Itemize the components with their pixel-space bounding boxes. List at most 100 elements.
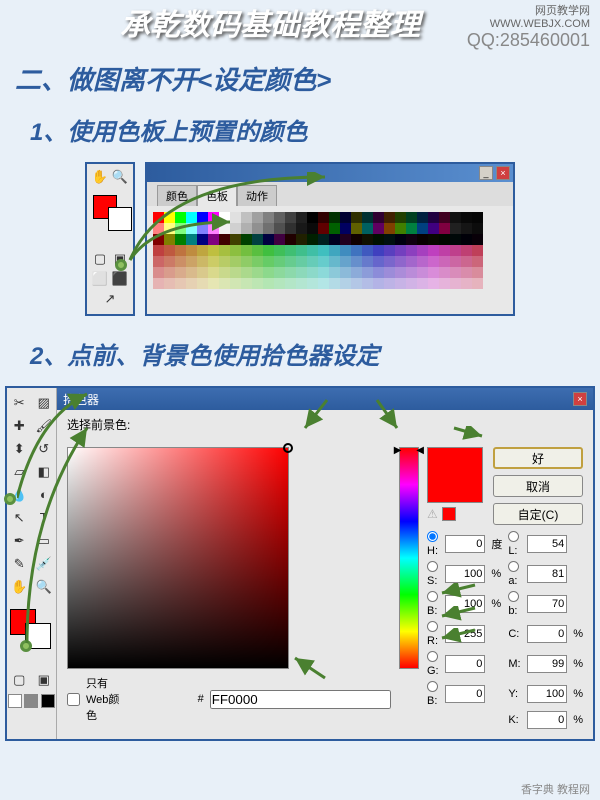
swatch-cell[interactable] [230, 234, 241, 245]
swatch-cell[interactable] [373, 267, 384, 278]
swatch-cell[interactable] [406, 245, 417, 256]
swatch-cell[interactable] [153, 267, 164, 278]
swatch-cell[interactable] [439, 212, 450, 223]
swatch-cell[interactable] [164, 267, 175, 278]
swatch-cell[interactable] [384, 212, 395, 223]
swatch-cell[interactable] [439, 223, 450, 234]
gamut-warning-icon[interactable]: ⚠ [427, 507, 438, 521]
swatch-cell[interactable] [340, 267, 351, 278]
swatch-cell[interactable] [340, 245, 351, 256]
swatch-cell[interactable] [296, 267, 307, 278]
swatch-cell[interactable] [472, 256, 483, 267]
swatch-cell[interactable] [340, 223, 351, 234]
zoom-icon[interactable]: 🔍 [34, 578, 54, 598]
swatch-cell[interactable] [395, 267, 406, 278]
swatch-cell[interactable] [186, 212, 197, 223]
quickmask-mode-icon[interactable]: ▣ [34, 671, 54, 691]
swatch-cell[interactable] [472, 278, 483, 289]
swatch-cell[interactable] [219, 212, 230, 223]
swatch-cell[interactable] [450, 223, 461, 234]
screen1-icon[interactable]: ⬜ [91, 271, 109, 289]
screen2-icon[interactable]: ⬛ [111, 271, 129, 289]
swatch-cell[interactable] [274, 278, 285, 289]
background-swatch[interactable] [108, 207, 132, 231]
swatch-cell[interactable] [252, 223, 263, 234]
swatch-cell[interactable] [263, 267, 274, 278]
swatch-cell[interactable] [329, 212, 340, 223]
swatch-cell[interactable] [197, 245, 208, 256]
swatch-cell[interactable] [318, 256, 329, 267]
history-icon[interactable]: ↺ [34, 440, 54, 460]
swatch-cell[interactable] [329, 267, 340, 278]
swatch-cell[interactable] [219, 278, 230, 289]
swatch-cell[interactable] [307, 212, 318, 223]
swatch-cell[interactable] [153, 212, 164, 223]
swatch-cell[interactable] [219, 256, 230, 267]
swatch-cell[interactable] [186, 267, 197, 278]
swatch-cell[interactable] [274, 256, 285, 267]
pen-icon[interactable]: ✒ [9, 532, 29, 552]
swatch-cell[interactable] [472, 245, 483, 256]
swatch-cell[interactable] [439, 256, 450, 267]
swatch-cell[interactable] [373, 278, 384, 289]
swatch-cell[interactable] [175, 256, 186, 267]
swatch-cell[interactable] [197, 234, 208, 245]
notes-icon[interactable]: ✎ [9, 555, 29, 575]
swatch-cell[interactable] [406, 212, 417, 223]
y-input[interactable] [527, 685, 567, 703]
swatch-cell[interactable] [175, 278, 186, 289]
swatch-cell[interactable] [351, 278, 362, 289]
swatch-cell[interactable] [417, 267, 428, 278]
swatch-cell[interactable] [175, 234, 186, 245]
swatch-cell[interactable] [373, 256, 384, 267]
swatch-cell[interactable] [197, 278, 208, 289]
swatch-cell[interactable] [241, 223, 252, 234]
swatch-cell[interactable] [263, 223, 274, 234]
swatch-cell[interactable] [241, 245, 252, 256]
r-radio[interactable] [427, 621, 438, 632]
swatch-cell[interactable] [439, 278, 450, 289]
swatch-cell[interactable] [175, 223, 186, 234]
swatch-cell[interactable] [252, 278, 263, 289]
swatch-cell[interactable] [230, 256, 241, 267]
swatch-cell[interactable] [362, 212, 373, 223]
swatch-cell[interactable] [252, 245, 263, 256]
r-input[interactable] [445, 625, 485, 643]
swatch-cell[interactable] [351, 212, 362, 223]
picker-close-button[interactable]: × [573, 392, 587, 406]
swatch-cell[interactable] [351, 223, 362, 234]
tab-swatches[interactable]: 色板 [197, 185, 237, 206]
swatch-cell[interactable] [197, 223, 208, 234]
swatch-cell[interactable] [461, 223, 472, 234]
a-radio[interactable] [508, 561, 519, 572]
swatch-cell[interactable] [461, 212, 472, 223]
swatch-cell[interactable] [428, 245, 439, 256]
swatch-cell[interactable] [230, 212, 241, 223]
text-icon[interactable]: T [34, 509, 54, 529]
swatch-cell[interactable] [329, 245, 340, 256]
brush-icon[interactable]: 🖌 [34, 417, 54, 437]
eyedropper-icon[interactable]: 💉 [34, 555, 54, 575]
swatch-cell[interactable] [296, 223, 307, 234]
swatch-cell[interactable] [307, 223, 318, 234]
swatch-cell[interactable] [406, 223, 417, 234]
tab-color[interactable]: 颜色 [157, 185, 197, 206]
swatch-cell[interactable] [164, 234, 175, 245]
swatch-cell[interactable] [241, 234, 252, 245]
swatch-cell[interactable] [263, 278, 274, 289]
swatch-cell[interactable] [285, 278, 296, 289]
swatch-cell[interactable] [384, 245, 395, 256]
hue-slider[interactable]: ▶◀ [399, 447, 419, 669]
swatch-cell[interactable] [241, 278, 252, 289]
swatch-cell[interactable] [373, 245, 384, 256]
b-lab-radio[interactable] [508, 591, 519, 602]
swatch-cell[interactable] [395, 245, 406, 256]
swatch-cell[interactable] [450, 278, 461, 289]
mask-icon[interactable]: ▢ [91, 251, 109, 269]
swatch-cell[interactable] [450, 267, 461, 278]
swatch-cell[interactable] [428, 256, 439, 267]
swatch-cell[interactable] [439, 234, 450, 245]
swatch-cell[interactable] [428, 267, 439, 278]
b-rgb-radio[interactable] [427, 681, 438, 692]
cancel-button[interactable]: 取消 [493, 475, 583, 497]
